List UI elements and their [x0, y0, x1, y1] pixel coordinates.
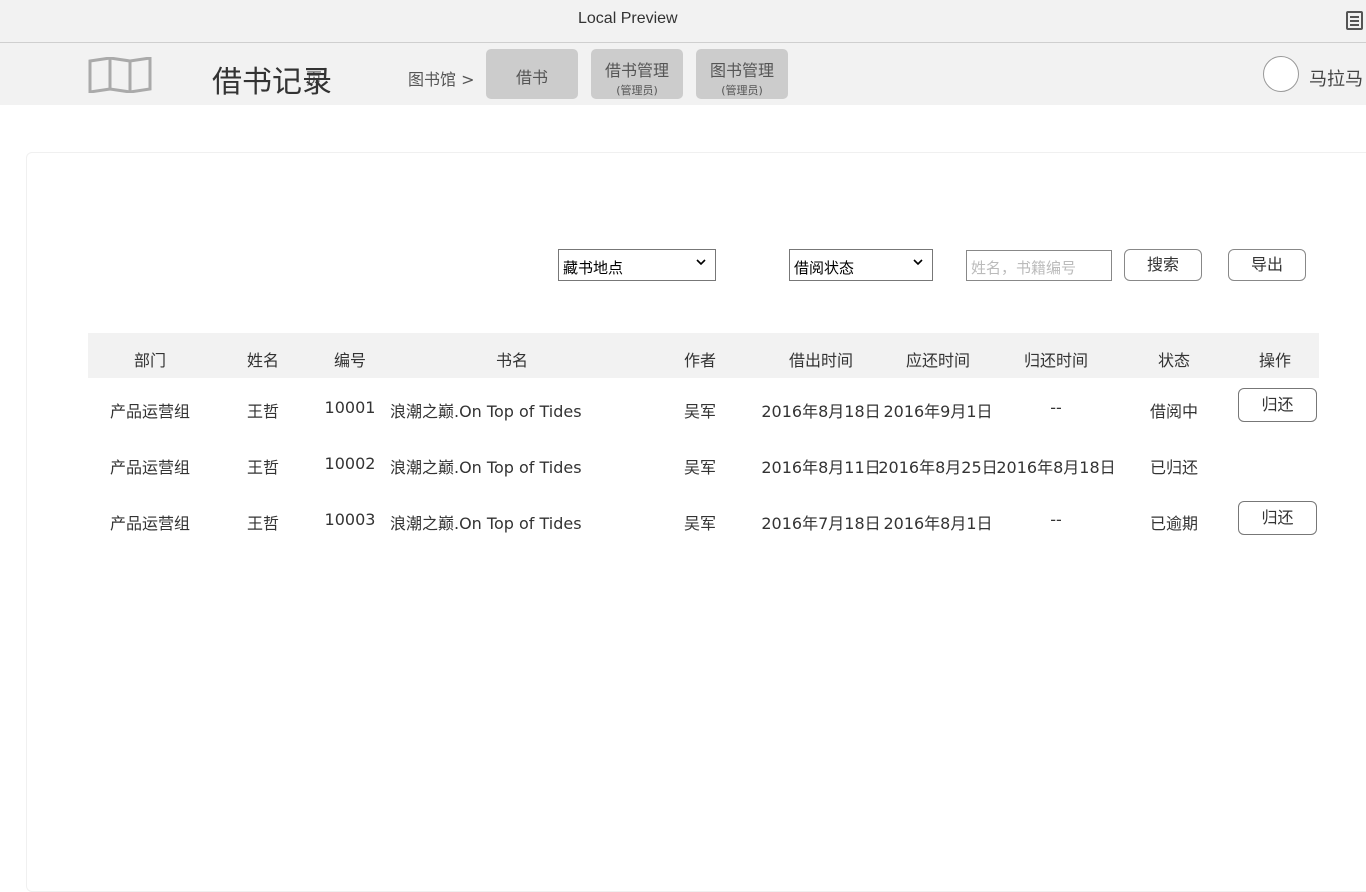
- window-title: Local Preview: [578, 10, 678, 27]
- nav-borrow-label: 借书: [515, 68, 548, 87]
- cell-status: 已逾期: [1149, 514, 1199, 533]
- nav-book-admin-label: 图书管理: [709, 61, 774, 80]
- cell-author: 吴军: [683, 402, 717, 421]
- menu-icon[interactable]: [1346, 11, 1363, 30]
- nav-borrow-admin-label: 借书管理: [604, 61, 669, 80]
- nav-borrow-admin-sub: (管理员): [616, 84, 658, 97]
- avatar[interactable]: [1263, 56, 1299, 92]
- open-book-icon: [88, 57, 152, 93]
- cell-status: 已归还: [1149, 458, 1199, 477]
- col-header-action: 操作: [1258, 351, 1292, 370]
- nav-borrow-button[interactable]: 借书: [486, 49, 578, 99]
- col-header-id: 编号: [333, 351, 367, 370]
- col-header-dept: 部门: [133, 351, 167, 370]
- export-button[interactable]: 导出: [1228, 249, 1306, 281]
- cell-borrowed: 2016年8月18日: [761, 402, 881, 421]
- cell-author: 吴军: [683, 514, 717, 533]
- search-placeholder: 姓名，书籍编号: [971, 259, 1077, 277]
- cell-name: 王哲: [246, 458, 280, 477]
- nav-borrow-admin-button[interactable]: 借书管理 (管理员): [591, 49, 683, 99]
- user-name[interactable]: 马拉马: [1309, 65, 1363, 91]
- cell-dept: 产品运营组: [109, 514, 191, 533]
- cell-dept: 产品运营组: [109, 458, 191, 477]
- col-header-due: 应还时间: [905, 351, 971, 370]
- search-button[interactable]: 搜索: [1124, 249, 1202, 281]
- window-title-bar: Local Preview: [0, 0, 1366, 43]
- location-select[interactable]: 藏书地点: [558, 249, 716, 281]
- nav-book-admin-button[interactable]: 图书管理 (管理员): [696, 49, 788, 99]
- chevron-down-icon: [913, 259, 923, 266]
- cell-id: 10003: [324, 510, 376, 529]
- cell-returned: --: [1050, 398, 1062, 417]
- cell-due: 2016年8月25日: [878, 458, 998, 477]
- col-header-book: 书名: [495, 351, 529, 370]
- cell-book: 浪潮之巅.On Top of Tides: [390, 514, 582, 533]
- cell-returned: 2016年8月18日: [996, 458, 1116, 477]
- cell-author: 吴军: [683, 458, 717, 477]
- cell-book: 浪潮之巅.On Top of Tides: [390, 402, 582, 421]
- cell-borrowed: 2016年7月18日: [761, 514, 881, 533]
- cell-returned: --: [1050, 510, 1062, 529]
- nav-book-admin-sub: (管理员): [721, 84, 763, 97]
- page-title: 借书记录: [212, 66, 332, 99]
- location-select-value: 藏书地点: [563, 259, 624, 277]
- cell-due: 2016年8月1日: [883, 514, 993, 533]
- cell-name: 王哲: [246, 514, 280, 533]
- cell-book: 浪潮之巅.On Top of Tides: [390, 458, 582, 477]
- app-header: 页 借书记录 图书馆 > 借书 借书管理 (管理员) 图书管理 (管理员) 马拉…: [0, 43, 1366, 105]
- status-select-value: 借阅状态: [794, 259, 855, 277]
- cell-status: 借阅中: [1149, 402, 1199, 421]
- col-header-returned: 归还时间: [1023, 351, 1089, 370]
- return-button[interactable]: 归还: [1238, 388, 1317, 422]
- search-input[interactable]: 姓名，书籍编号: [966, 250, 1112, 281]
- breadcrumb[interactable]: 图书馆 >: [408, 66, 475, 90]
- cell-due: 2016年9月1日: [883, 402, 993, 421]
- cell-borrowed: 2016年8月11日: [761, 458, 881, 477]
- chevron-down-icon: [696, 259, 706, 266]
- status-select[interactable]: 借阅状态: [789, 249, 933, 281]
- col-header-status: 状态: [1157, 351, 1191, 370]
- cell-dept: 产品运营组: [109, 402, 191, 421]
- col-header-name: 姓名: [246, 351, 280, 370]
- cell-id: 10002: [324, 454, 376, 473]
- cell-id: 10001: [324, 398, 376, 417]
- cell-name: 王哲: [246, 402, 280, 421]
- col-header-borrowed: 借出时间: [788, 351, 854, 370]
- return-button[interactable]: 归还: [1238, 501, 1317, 535]
- col-header-author: 作者: [683, 351, 717, 370]
